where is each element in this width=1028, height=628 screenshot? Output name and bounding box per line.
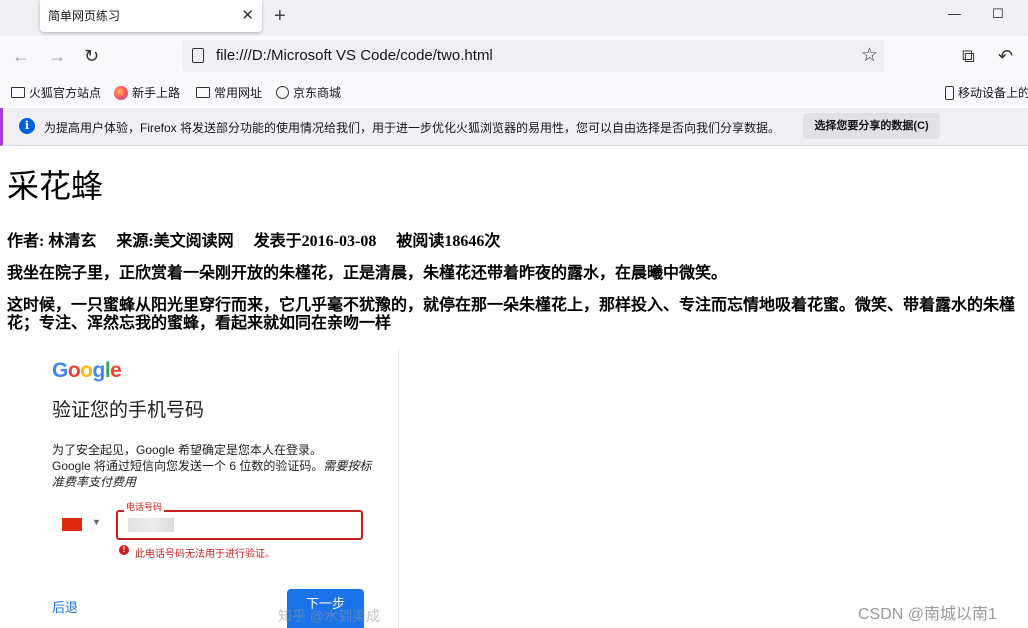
notice-text: 为提高用户体验，Firefox 将发送部分功能的使用情况给我们，用于进一步优化火…	[44, 121, 781, 135]
url-text[interactable]: file:///D:/Microsoft VS Code/code/two.ht…	[216, 47, 493, 64]
nav-bar: ← → ↻ file:///D:/Microsoft VS Code/code/…	[0, 36, 1028, 78]
verify-description: 为了安全起见，Google 希望确定是您本人在登录。 Google 将通过短信向…	[52, 443, 372, 489]
folder-icon	[11, 87, 25, 98]
phone-input	[116, 510, 363, 540]
bookmark-item[interactable]: 新手上路	[114, 84, 180, 101]
info-icon: i	[19, 118, 35, 134]
minimize-icon[interactable]: —	[948, 6, 961, 21]
close-icon[interactable]: ✕	[241, 0, 254, 32]
china-flag-icon	[62, 518, 82, 531]
bookmarks-toolbar: 火狐官方站点 新手上路 常用网址 京东商城 移动设备上的	[0, 78, 1028, 106]
zhihu-watermark: 知乎 @水到渠成	[278, 608, 381, 624]
tab-bar: 简单网页练习 ✕ + — ☐	[0, 0, 1028, 36]
phone-icon	[945, 85, 954, 100]
page-title: 采花蜂	[7, 168, 104, 204]
page-content: 采花蜂 作者: 林清玄 来源:美文阅读网 发表于2016-03-08 被阅读18…	[7, 150, 1028, 333]
undo-icon[interactable]: ↶	[998, 44, 1013, 68]
new-tab-icon[interactable]: +	[274, 4, 286, 28]
globe-icon	[276, 86, 289, 99]
article-paragraph: 我坐在院子里，正欣赏着一朵刚开放的朱槿花，正是清晨，朱槿花还带着昨夜的露水，在晨…	[7, 265, 728, 282]
tab-title: 简单网页练习	[48, 9, 121, 23]
tab-active[interactable]: 简单网页练习 ✕	[40, 0, 262, 32]
bookmark-item[interactable]: 火狐官方站点	[11, 84, 101, 101]
embedded-image: Google 验证您的手机号码 为了安全起见，Google 希望确定是您本人在登…	[34, 349, 399, 628]
reload-icon[interactable]: ↻	[84, 44, 99, 68]
data-sharing-notice: i 为提高用户体验，Firefox 将发送部分功能的使用情况给我们，用于进一步优…	[0, 108, 1028, 146]
error-text: 此电话号码无法用于进行验证。	[135, 549, 275, 560]
bookmark-star-icon[interactable]: ☆	[861, 44, 878, 67]
firefox-icon	[114, 85, 128, 100]
error-icon: !	[119, 545, 129, 555]
choose-data-button[interactable]: 选择您要分享的数据(C)	[803, 113, 940, 139]
mobile-bookmarks[interactable]: 移动设备上的	[945, 84, 1028, 101]
bookmark-item[interactable]: 常用网址	[196, 84, 262, 101]
back-arrow-icon[interactable]: ←	[12, 44, 30, 68]
bookmark-item[interactable]: 京东商城	[276, 84, 341, 101]
csdn-watermark: CSDN @南城以南1	[858, 606, 997, 623]
back-link: 后退	[52, 600, 79, 615]
url-bar[interactable]: file:///D:/Microsoft VS Code/code/two.ht…	[182, 40, 884, 72]
google-logo: Google	[52, 359, 122, 382]
blurred-phone-number	[128, 518, 174, 532]
chevron-down-icon: ▼	[92, 517, 101, 527]
article-meta: 作者: 林清玄 来源:美文阅读网 发表于2016-03-08 被阅读18646次	[7, 233, 501, 250]
article-paragraph: 这时候，一只蜜蜂从阳光里穿行而来，它几乎毫不犹豫的，就停在那一朵朱槿花上，那样投…	[7, 297, 1016, 332]
maximize-icon[interactable]: ☐	[992, 6, 1004, 22]
verify-heading: 验证您的手机号码	[52, 400, 205, 421]
phone-label: 电话号码	[124, 500, 165, 513]
forward-arrow-icon[interactable]: →	[48, 44, 66, 68]
folder-icon	[196, 87, 210, 98]
screenshot-icon[interactable]: ⧉	[962, 44, 975, 68]
page-icon	[192, 48, 204, 63]
